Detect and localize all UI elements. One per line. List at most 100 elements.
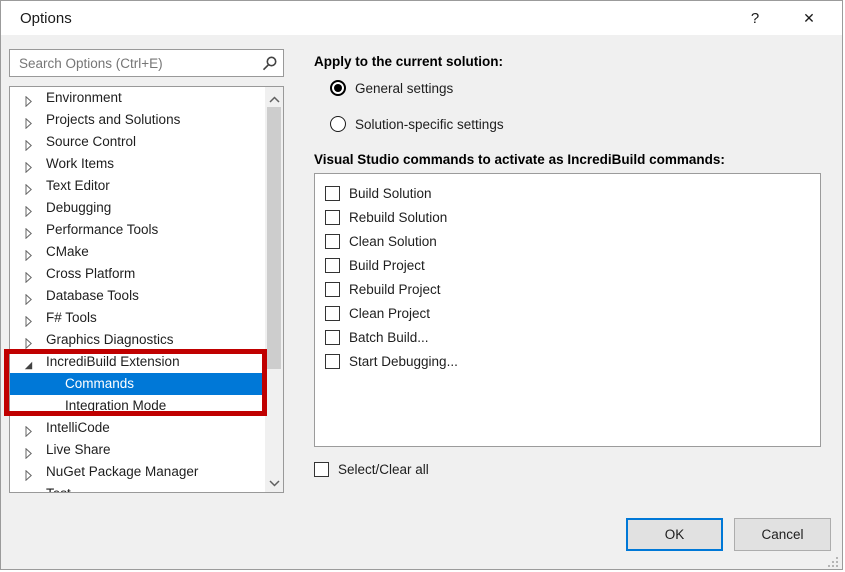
commands-heading: Visual Studio commands to activate as In… [314, 152, 725, 167]
command-label: Build Project [349, 258, 425, 273]
tree-item-label: IncrediBuild Extension [46, 354, 180, 369]
checkbox-unchecked-icon[interactable] [325, 282, 340, 297]
collapsed-arrow-icon[interactable] [23, 246, 34, 257]
radio-dot [334, 84, 342, 92]
tree-item-commands[interactable]: Commands [10, 373, 265, 395]
command-row-build-project[interactable]: Build Project [325, 253, 820, 277]
checkbox-unchecked-icon[interactable] [325, 186, 340, 201]
command-label: Rebuild Solution [349, 210, 447, 225]
search-input[interactable] [10, 50, 258, 76]
collapsed-arrow-icon[interactable] [23, 136, 34, 147]
select-clear-all-label: Select/Clear all [338, 462, 429, 477]
radio-option-solution-specific-settings[interactable]: Solution-specific settings [330, 115, 504, 133]
collapsed-arrow-icon[interactable] [23, 224, 34, 235]
tree-item-label: Work Items [46, 156, 114, 171]
radio-option-label: Solution-specific settings [355, 117, 504, 132]
radio-unselected-icon[interactable] [330, 116, 346, 132]
commands-listbox: Build Solution Rebuild Solution Clean Solu… [314, 173, 821, 447]
collapsed-arrow-icon[interactable] [23, 466, 34, 477]
command-row-batch-build[interactable]: Batch Build... [325, 325, 820, 349]
tree-item-performance-tools[interactable]: Performance Tools [10, 219, 265, 241]
checkbox-unchecked-icon[interactable] [325, 234, 340, 249]
tree-scrollbar[interactable] [265, 87, 283, 492]
command-row-rebuild-project[interactable]: Rebuild Project [325, 277, 820, 301]
checkbox-unchecked-icon[interactable] [325, 330, 340, 345]
tree-item-label: Source Control [46, 134, 136, 149]
collapsed-arrow-icon[interactable] [23, 268, 34, 279]
tree-item-test[interactable]: Test [10, 483, 265, 493]
select-clear-all-row[interactable]: Select/Clear all [314, 460, 429, 478]
checkbox-unchecked-icon[interactable] [325, 306, 340, 321]
tree-item-label: Debugging [46, 200, 111, 215]
checkbox-unchecked-icon[interactable] [325, 210, 340, 225]
command-label: Rebuild Project [349, 282, 441, 297]
tree-item-incredibuild-extension[interactable]: IncrediBuild Extension [10, 351, 265, 373]
scroll-up-icon[interactable] [265, 90, 283, 105]
tree-items: EnvironmentProjects and Solutions Source … [10, 87, 265, 493]
collapsed-arrow-icon[interactable] [23, 334, 34, 345]
help-button[interactable]: ? [740, 5, 770, 32]
radio-option-general-settings[interactable]: General settings [330, 79, 453, 97]
options-tree: EnvironmentProjects and Solutions Source … [9, 86, 284, 493]
collapsed-arrow-icon[interactable] [23, 312, 34, 323]
tree-item-source-control[interactable]: Source Control [10, 131, 265, 153]
tree-item-integration-mode[interactable]: Integration Mode [10, 395, 265, 417]
tree-item-cmake[interactable]: CMake [10, 241, 265, 263]
tree-item-label: Database Tools [46, 288, 139, 303]
ok-button[interactable]: OK [626, 518, 723, 551]
tree-item-nuget-package-manager[interactable]: NuGet Package Manager [10, 461, 265, 483]
command-label: Batch Build... [349, 330, 429, 345]
command-label: Clean Solution [349, 234, 437, 249]
collapsed-arrow-icon[interactable] [23, 422, 34, 433]
select-clear-all-checkbox[interactable] [314, 462, 329, 477]
command-row-rebuild-solution[interactable]: Rebuild Solution [325, 205, 820, 229]
cancel-button[interactable]: Cancel [734, 518, 831, 551]
close-button[interactable]: ✕ [794, 5, 824, 32]
titlebar: Options ? ✕ [1, 1, 842, 35]
command-label: Start Debugging... [349, 354, 458, 369]
command-row-start-debugging[interactable]: Start Debugging... [325, 349, 820, 373]
scroll-down-icon[interactable] [265, 474, 283, 489]
search-icon[interactable] [261, 55, 278, 72]
command-row-clean-solution[interactable]: Clean Solution [325, 229, 820, 253]
tree-item-f-tools[interactable]: F# Tools [10, 307, 265, 329]
collapsed-arrow-icon[interactable] [23, 202, 34, 213]
tree-item-graphics-diagnostics[interactable]: Graphics Diagnostics [10, 329, 265, 351]
tree-item-label: Test [46, 486, 71, 493]
collapsed-arrow-icon[interactable] [23, 488, 34, 493]
apply-heading: Apply to the current solution: [314, 54, 503, 69]
collapsed-arrow-icon[interactable] [23, 92, 34, 103]
radio-option-label: General settings [355, 81, 453, 96]
tree-item-label: Integration Mode [65, 398, 166, 413]
collapsed-arrow-icon[interactable] [23, 444, 34, 455]
tree-item-label: CMake [46, 244, 89, 259]
tree-item-projects-and-solutions[interactable]: Projects and Solutions [10, 109, 265, 131]
resize-grip-icon[interactable] [828, 555, 839, 566]
tree-item-intellicode[interactable]: IntelliCode [10, 417, 265, 439]
collapsed-arrow-icon[interactable] [23, 158, 34, 169]
tree-item-debugging[interactable]: Debugging [10, 197, 265, 219]
tree-item-text-editor[interactable]: Text Editor [10, 175, 265, 197]
scrollbar-thumb[interactable] [267, 107, 281, 369]
collapsed-arrow-icon[interactable] [23, 290, 34, 301]
tree-item-label: Cross Platform [46, 266, 135, 281]
tree-item-label: Performance Tools [46, 222, 158, 237]
command-row-clean-project[interactable]: Clean Project [325, 301, 820, 325]
tree-item-cross-platform[interactable]: Cross Platform [10, 263, 265, 285]
command-row-build-solution[interactable]: Build Solution [325, 181, 820, 205]
radio-selected-icon[interactable] [330, 80, 346, 96]
command-label: Clean Project [349, 306, 430, 321]
tree-item-live-share[interactable]: Live Share [10, 439, 265, 461]
checkbox-unchecked-icon[interactable] [325, 258, 340, 273]
tree-item-environment[interactable]: Environment [10, 87, 265, 109]
checkbox-unchecked-icon[interactable] [325, 354, 340, 369]
collapsed-arrow-icon[interactable] [23, 180, 34, 191]
tree-item-work-items[interactable]: Work Items [10, 153, 265, 175]
collapsed-arrow-icon[interactable] [23, 114, 34, 125]
expanded-arrow-icon[interactable] [23, 356, 34, 367]
tree-item-label: Live Share [46, 442, 111, 457]
tree-item-database-tools[interactable]: Database Tools [10, 285, 265, 307]
command-label: Build Solution [349, 186, 432, 201]
tree-item-label: Text Editor [46, 178, 110, 193]
tree-item-label: IntelliCode [46, 420, 110, 435]
